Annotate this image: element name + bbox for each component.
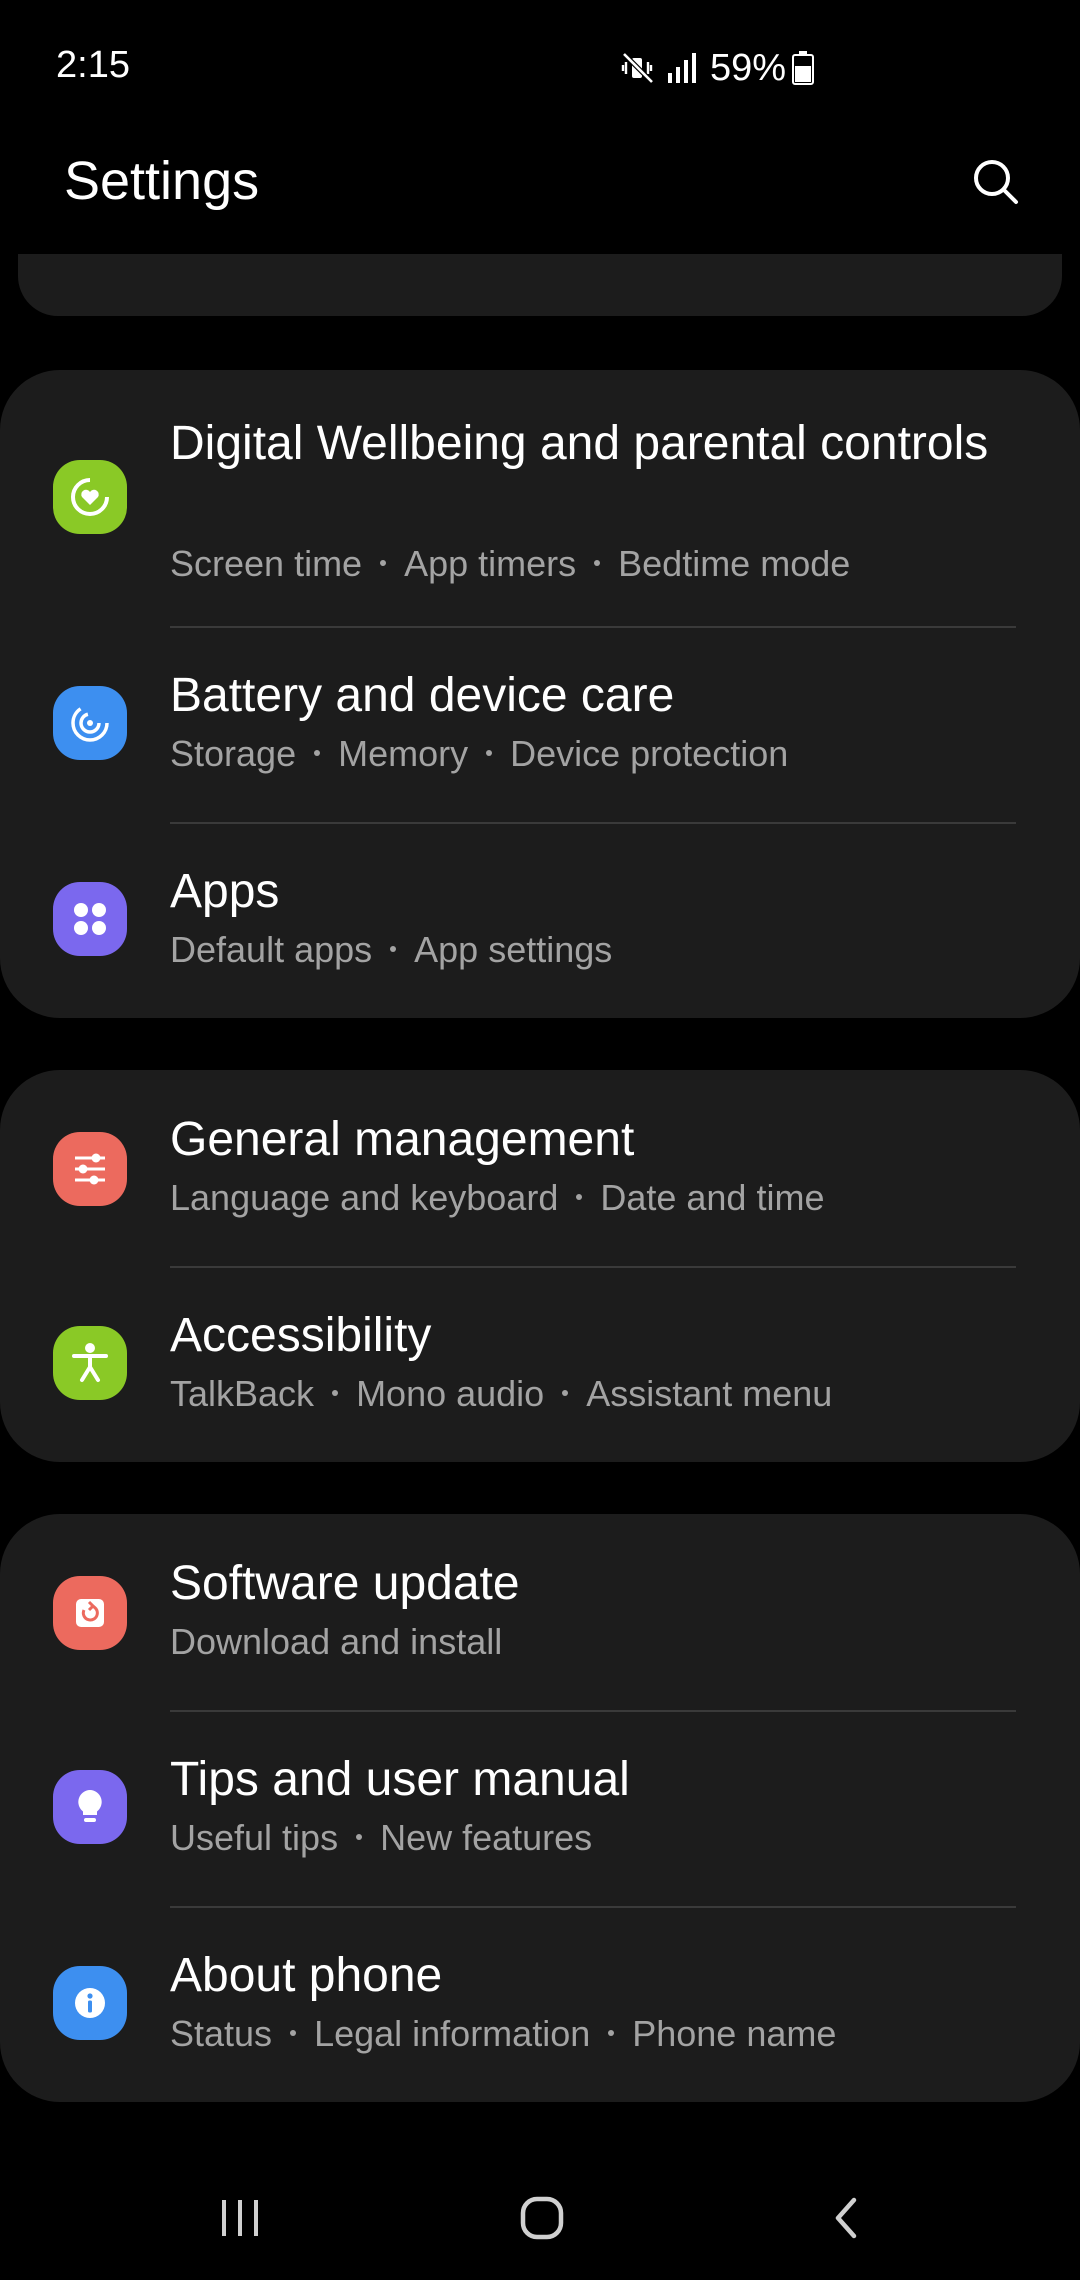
apps-icon — [53, 882, 127, 956]
item-subtitle: Download and install — [170, 1621, 503, 1662]
list-item-accessibility[interactable]: Accessibility TalkBack Mono audio Assistan… — [0, 1268, 1080, 1462]
signal-icon — [666, 51, 698, 85]
item-title: Accessibility — [170, 1309, 432, 1362]
general-management-icon — [53, 1132, 127, 1206]
digital-wellbeing-icon — [53, 460, 127, 534]
item-title: About phone — [170, 1949, 443, 2002]
device-care-icon — [53, 686, 127, 760]
list-item-digital-wellbeing[interactable]: Digital Wellbeing and parental controls … — [0, 370, 1080, 628]
lightbulb-icon — [53, 1770, 127, 1844]
back-icon — [826, 2194, 866, 2247]
search-icon — [964, 160, 1028, 218]
mute-vibrate-icon — [620, 50, 656, 86]
status-bar: 2:15 59% — [0, 0, 1080, 140]
list-item-tips-user-manual[interactable]: Tips and user manual Useful tips New feat… — [0, 1712, 1080, 1906]
item-title: Software update — [170, 1557, 520, 1610]
page-title: Settings — [64, 151, 260, 211]
item-title: Battery and device care — [170, 669, 675, 722]
status-icons: 59% — [620, 44, 815, 92]
item-subtitle: Default apps App settings — [170, 929, 613, 970]
search-button[interactable] — [964, 150, 1028, 214]
list-item-software-update[interactable]: Software update Download and install — [0, 1514, 1080, 1710]
item-title: General management — [170, 1113, 635, 1166]
settings-group-1: Digital Wellbeing and parental controls … — [0, 370, 1080, 1018]
recents-icon — [218, 2198, 262, 2243]
item-subtitle: Useful tips New features — [170, 1817, 593, 1858]
settings-group-3: Software update Download and install Tip… — [0, 1514, 1080, 2102]
list-item-general-management[interactable]: General management Language and keyboard… — [0, 1070, 1080, 1266]
status-time: 2:15 — [56, 44, 130, 86]
home-icon — [518, 2194, 566, 2247]
list-item-battery-device-care[interactable]: Battery and device care Storage Memory Dev… — [0, 628, 1080, 824]
item-title: Apps — [170, 865, 280, 918]
home-button[interactable] — [502, 2180, 582, 2260]
list-item-about-phone[interactable]: About phone Status Legal information Phone… — [0, 1908, 1080, 2102]
item-subtitle: TalkBack Mono audio Assistant menu — [170, 1373, 833, 1414]
settings-group-2: General management Language and keyboard… — [0, 1070, 1080, 1462]
list-item-apps[interactable]: Apps Default apps App settings — [0, 824, 1080, 1018]
scrolled-card-edge — [18, 254, 1062, 316]
item-subtitle: Screen time App timers Bedtime mode — [170, 543, 851, 584]
battery-icon — [792, 51, 815, 85]
battery-percent: 59% — [710, 46, 787, 89]
item-subtitle: Language and keyboard Date and time — [170, 1177, 825, 1218]
back-button[interactable] — [806, 2180, 886, 2260]
item-title: Digital Wellbeing and parental controls — [170, 417, 989, 470]
item-title: Tips and user manual — [170, 1753, 630, 1806]
info-icon — [53, 1966, 127, 2040]
item-subtitle: Status Legal information Phone name — [170, 2013, 837, 2054]
accessibility-icon — [53, 1326, 127, 1400]
software-update-icon — [53, 1576, 127, 1650]
item-subtitle: Storage Memory Device protection — [170, 733, 789, 774]
recents-button[interactable] — [200, 2180, 280, 2260]
